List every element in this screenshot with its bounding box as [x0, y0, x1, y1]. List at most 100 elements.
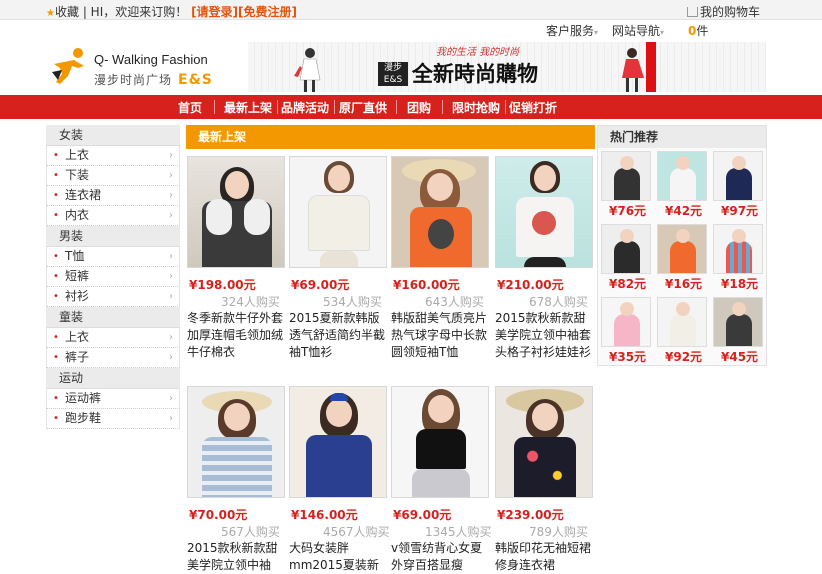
hot-item[interactable]: ¥76元 — [601, 151, 651, 218]
bullet-icon: • — [53, 190, 59, 201]
product-card[interactable]: ¥239.00元 789人购买 韩版印花无袖短裙修身连衣裙 — [495, 386, 595, 572]
hot-item-image[interactable] — [601, 151, 651, 201]
top-bar-left: ★收藏 | HI，欢迎来订购！ [请登录][免费注册] — [46, 3, 297, 20]
customer-service-label: 客户服务 — [546, 24, 595, 38]
product-card[interactable]: ¥198.00元 324人购买 冬季新款牛仔外套加厚连帽毛领加绒牛仔棉衣 — [187, 156, 287, 359]
product-card[interactable]: ¥70.00元 567人购买 2015款秋新款甜美学院立领中袖 — [187, 386, 287, 572]
product-title[interactable]: 2015款秋新款甜美学院立领中袖套头格子衬衫娃娃衫 — [495, 310, 593, 361]
hot-item[interactable]: ¥42元 — [657, 151, 707, 218]
product-title[interactable]: 2015款秋新款甜美学院立领中袖 — [187, 540, 285, 574]
hot-recommend-header: 热门推荐 — [598, 126, 766, 148]
product-title[interactable]: v领雪纺背心女夏外穿百搭显瘦 — [391, 540, 489, 574]
nav-divider — [214, 100, 215, 114]
product-image[interactable] — [289, 156, 387, 268]
product-image[interactable] — [187, 386, 285, 498]
sidebar-item-women-dresses[interactable]: • 连衣裙 › — [46, 186, 180, 206]
hot-item-image[interactable] — [713, 224, 763, 274]
sidebar-item-kids-tops[interactable]: • 上衣 › — [46, 328, 180, 348]
nav-item-group-buy[interactable]: 团购 — [407, 99, 431, 116]
hot-item[interactable]: ¥45元 — [713, 297, 763, 364]
product-title[interactable]: 韩版甜美气质亮片热气球字母中长款圆领短袖T恤 — [391, 310, 489, 361]
sidebar-item-men-shirts[interactable]: • 衬衫 › — [46, 287, 180, 307]
photo-face — [732, 302, 746, 316]
photo-face — [620, 302, 634, 316]
product-price: ¥69.00元 — [291, 278, 350, 292]
bullet-icon: • — [53, 150, 59, 161]
nav-item-new[interactable]: 最新上架 — [224, 99, 272, 116]
hot-item-image[interactable] — [713, 297, 763, 347]
hot-item-image[interactable] — [657, 297, 707, 347]
nav-divider — [277, 100, 278, 114]
product-image[interactable] — [187, 156, 285, 268]
cart-link[interactable]: 我的购物车 — [686, 3, 760, 20]
nav-item-brand[interactable]: 品牌活动 — [281, 99, 329, 116]
favorite-link[interactable]: 收藏 — [55, 5, 79, 19]
hot-item-image[interactable] — [657, 224, 707, 274]
sidebar-item-sports-shoes[interactable]: • 跑步鞋 › — [46, 409, 180, 429]
sidebar-item-sports-pants[interactable]: • 运动裤 › — [46, 389, 180, 409]
sidebar-group-sports[interactable]: 运动 — [46, 368, 180, 389]
bullet-icon: • — [53, 251, 59, 262]
nav-item-factory[interactable]: 原厂直供 — [339, 99, 387, 116]
sidebar-group-women[interactable]: 女装 — [46, 125, 180, 146]
promo-banner[interactable]: 我的生活 我的时尚 漫步 E&S 全新時尚購物 — [248, 42, 766, 92]
hot-item[interactable]: ¥18元 — [713, 224, 763, 291]
product-card[interactable]: ¥69.00元 1345人购买 v领雪纺背心女夏外穿百搭显瘦 — [391, 386, 492, 572]
nav-divider — [334, 100, 335, 114]
sidebar-item-men-shorts[interactable]: • 短裤 › — [46, 267, 180, 287]
hot-item[interactable]: ¥92元 — [657, 297, 707, 364]
sidebar-item-men-tshirt[interactable]: • T恤 › — [46, 247, 180, 267]
sidebar-item-kids-pants[interactable]: • 裤子 › — [46, 348, 180, 368]
hot-item-image[interactable] — [601, 297, 651, 347]
cart-count[interactable]: 0件 — [688, 22, 708, 39]
site-logo[interactable]: Q- Walking Fashion 漫步时尚广场 E&S — [48, 44, 228, 88]
hot-item-image[interactable] — [657, 151, 707, 201]
sidebar-item-label: 上衣 — [65, 330, 90, 344]
product-card[interactable]: ¥69.00元 534人购买 2015夏新款韩版透气舒适简约半截袖T恤衫 — [289, 156, 389, 359]
register-link[interactable]: [免费注册] — [238, 5, 297, 19]
hot-item[interactable]: ¥35元 — [601, 297, 651, 364]
product-image[interactable] — [495, 386, 593, 498]
site-nav-link[interactable]: 网站导航▾ — [612, 22, 664, 39]
sidebar-group-kids[interactable]: 童装 — [46, 307, 180, 328]
photo-face — [225, 171, 249, 199]
hot-item[interactable]: ¥82元 — [601, 224, 651, 291]
sidebar-item-women-underwear[interactable]: • 内衣 › — [46, 206, 180, 226]
product-sold-count: 789人购买 — [529, 525, 588, 539]
product-card[interactable]: ¥146.00元 4567人购买 大码女装胖mm2015夏装新 — [289, 386, 390, 572]
product-image[interactable] — [289, 386, 387, 498]
nav-item-flash-sale[interactable]: 限时抢购 — [452, 99, 500, 116]
product-image[interactable] — [495, 156, 593, 268]
sidebar-group-men[interactable]: 男装 — [46, 226, 180, 247]
product-sold-count: 4567人购买 — [323, 525, 390, 539]
logo-cn-wrapper: 漫步时尚广场 E&S — [94, 71, 213, 88]
product-card[interactable]: ¥210.00元 678人购买 2015款秋新款甜美学院立领中袖套头格子衬衫娃娃… — [495, 156, 595, 359]
product-title[interactable]: 冬季新款牛仔外套加厚连帽毛领加绒牛仔棉衣 — [187, 310, 285, 361]
sidebar-item-women-tops[interactable]: • 上衣 › — [46, 146, 180, 166]
photo-face — [620, 229, 634, 243]
hot-item-image[interactable] — [713, 151, 763, 201]
hot-item-image[interactable] — [601, 224, 651, 274]
hot-item[interactable]: ¥16元 — [657, 224, 707, 291]
nav-item-home[interactable]: 首页 — [178, 99, 202, 116]
banner-badge: 漫步 E&S — [378, 62, 408, 86]
sidebar-item-women-bottoms[interactable]: • 下装 › — [46, 166, 180, 186]
customer-service-link[interactable]: 客户服务▾ — [546, 22, 598, 39]
photo-skirt — [320, 251, 358, 267]
product-title[interactable]: 韩版印花无袖短裙修身连衣裙 — [495, 540, 593, 574]
product-card[interactable]: ¥160.00元 643人购买 韩版甜美气质亮片热气球字母中长款圆领短袖T恤 — [391, 156, 491, 359]
photo-face — [428, 395, 454, 423]
chevron-right-icon: › — [169, 210, 173, 221]
logo-brand: Q- Walking Fashion — [94, 52, 208, 67]
product-title[interactable]: 2015夏新款韩版透气舒适简约半截袖T恤衫 — [289, 310, 387, 361]
hot-item-price: ¥16元 — [665, 277, 703, 291]
nav-item-promo[interactable]: 促销打折 — [509, 99, 557, 116]
sidebar-item-label: 下装 — [65, 168, 90, 182]
hot-item[interactable]: ¥97元 — [713, 151, 763, 218]
sidebar-item-label: 连衣裙 — [65, 188, 102, 202]
product-image[interactable] — [391, 386, 489, 498]
sidebar-item-label: 内衣 — [65, 208, 90, 222]
product-image[interactable] — [391, 156, 489, 268]
product-title[interactable]: 大码女装胖mm2015夏装新 — [289, 540, 387, 574]
login-link[interactable]: [请登录] — [191, 5, 238, 19]
